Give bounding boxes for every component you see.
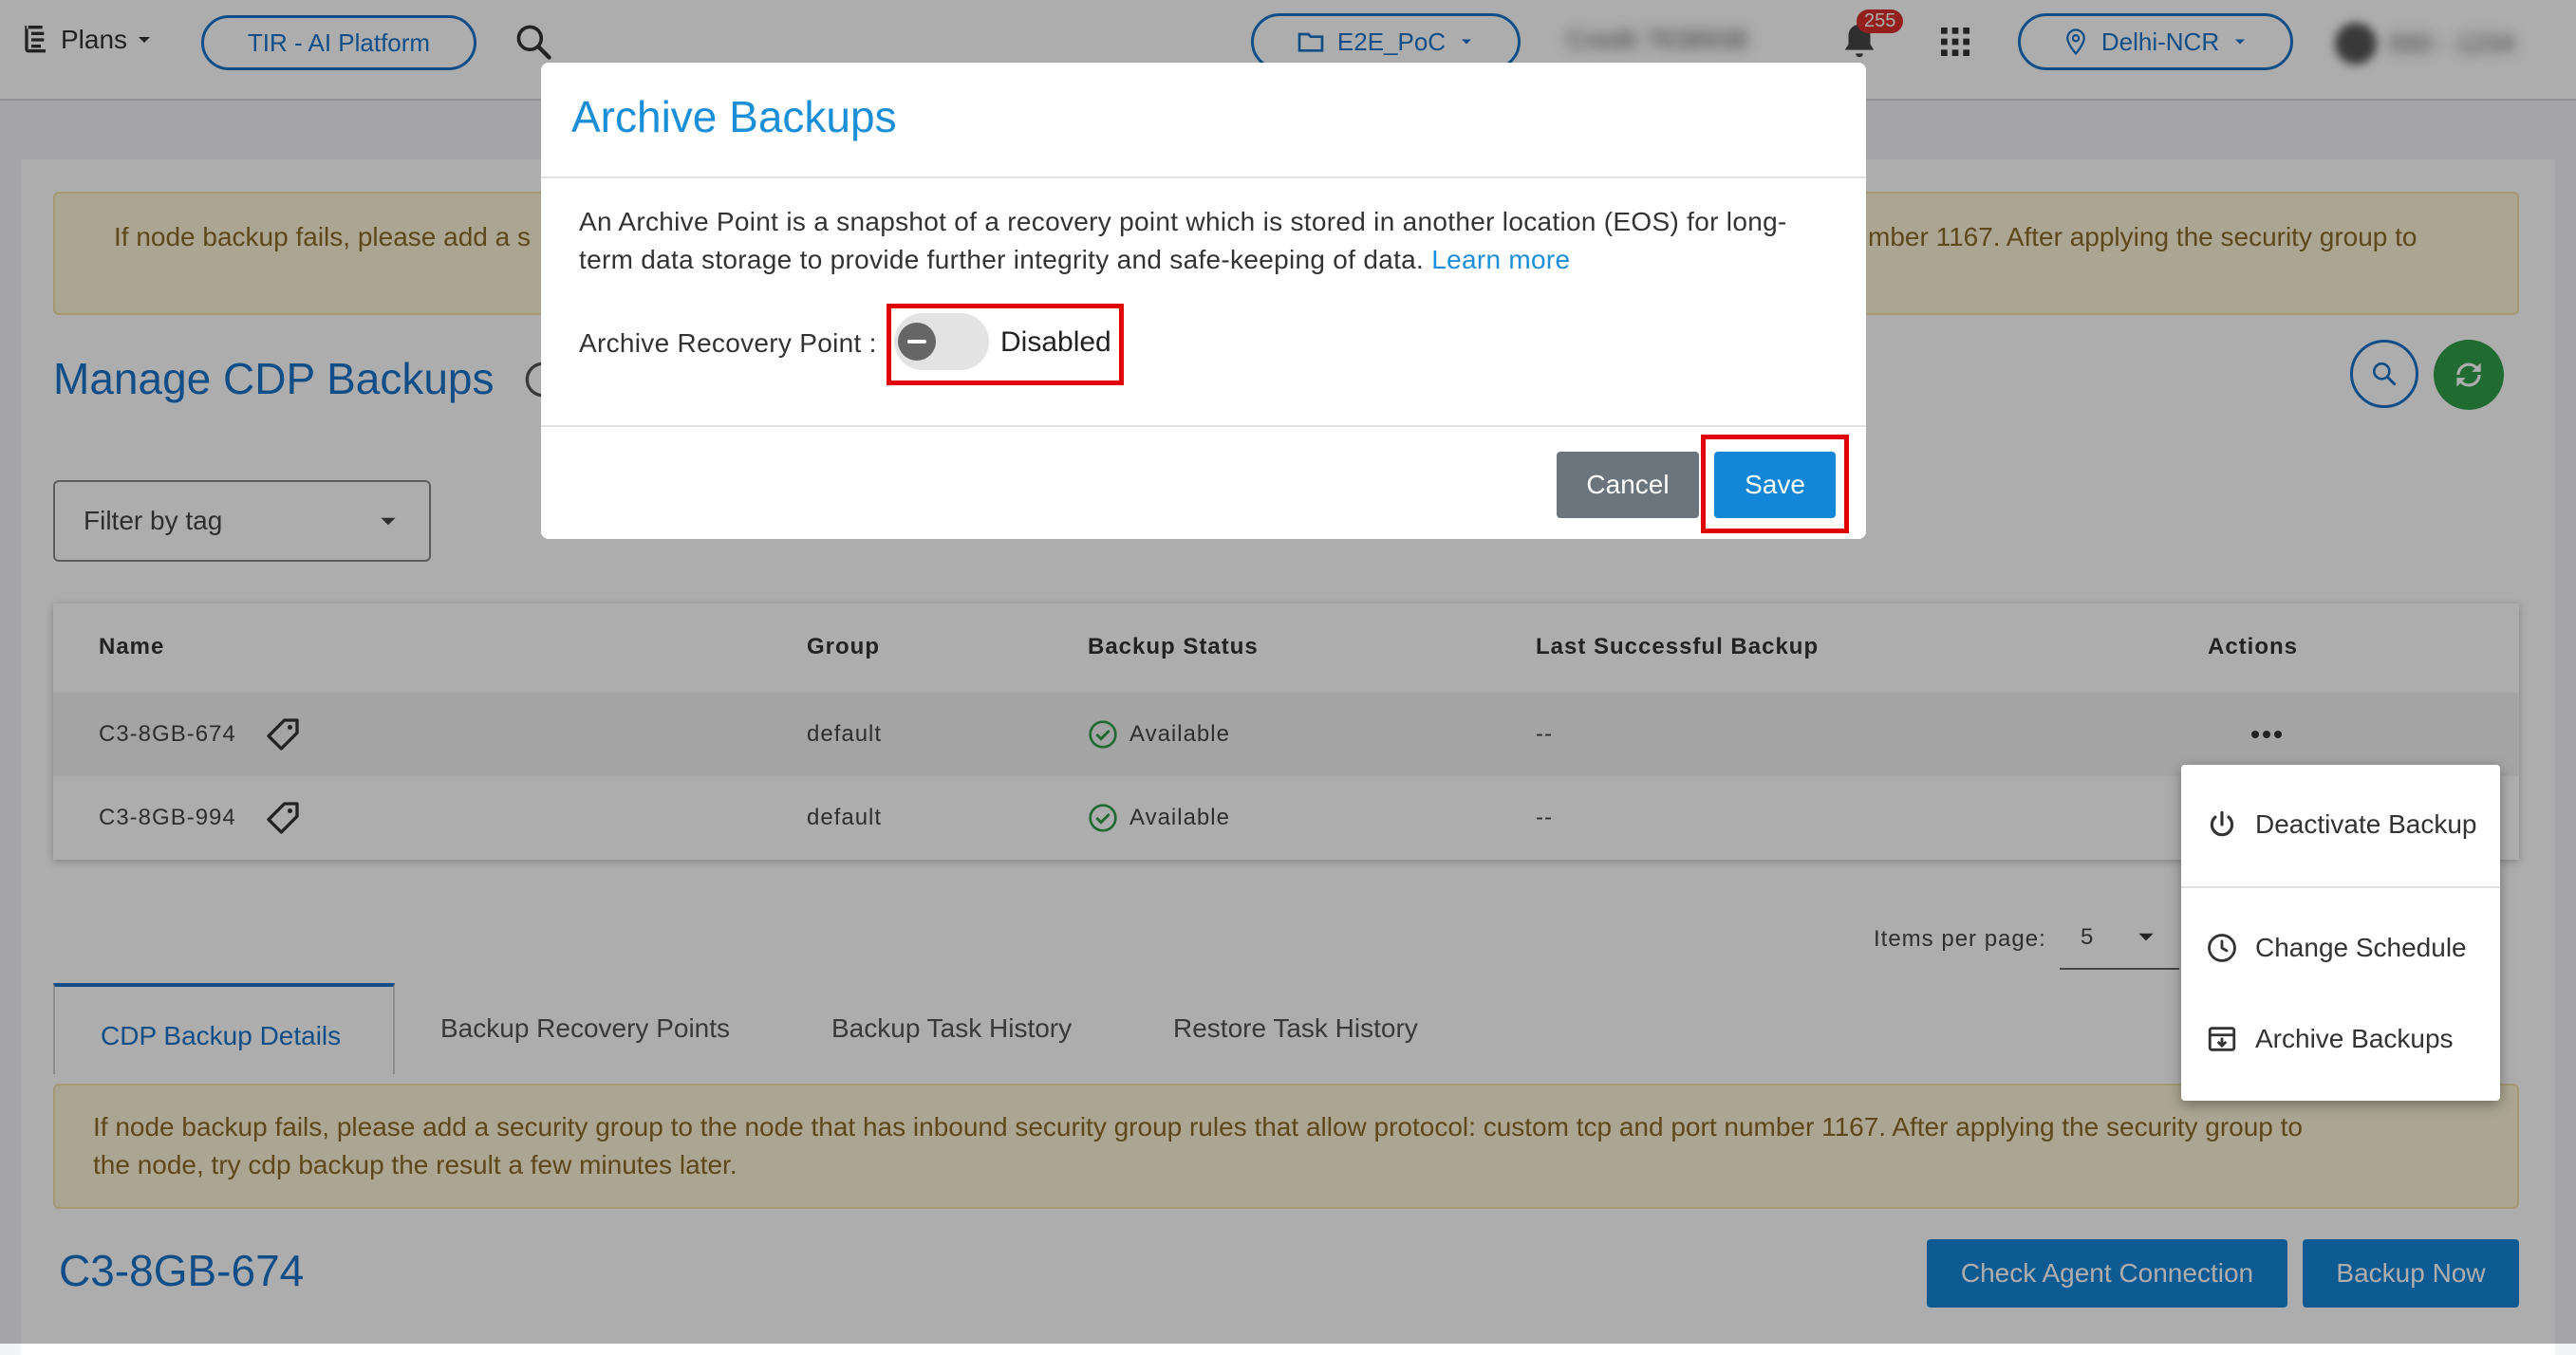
menu-item-deactivate-backup[interactable]: Deactivate Backup — [2206, 808, 2476, 841]
dialog-title-divider — [541, 176, 1866, 178]
learn-more-link[interactable]: Learn more — [1431, 245, 1570, 274]
archive-backups-dialog: Archive Backups An Archive Point is a sn… — [541, 63, 1866, 539]
menu-item-change-schedule[interactable]: Change Schedule — [2206, 932, 2467, 964]
toggle-highlight-box — [887, 304, 1124, 385]
menu-item-label: Deactivate Backup — [2255, 809, 2477, 839]
menu-item-label: Archive Backups — [2255, 1024, 2454, 1053]
description-line-1: An Archive Point is a snapshot of a reco… — [579, 207, 1787, 236]
cancel-label: Cancel — [1586, 470, 1670, 499]
cancel-button[interactable]: Cancel — [1557, 452, 1699, 518]
dialog-description: An Archive Point is a snapshot of a reco… — [579, 203, 1841, 279]
menu-divider — [2181, 886, 2500, 888]
menu-item-label: Change Schedule — [2255, 933, 2467, 962]
actions-menu: Deactivate Backup Change Schedule Archiv… — [2181, 765, 2500, 1101]
power-icon — [2206, 808, 2238, 841]
dialog-title: Archive Backups — [571, 92, 897, 141]
description-line-2: term data storage to provide further int… — [579, 241, 1841, 279]
save-highlight-box — [1701, 435, 1849, 533]
menu-item-archive-backups[interactable]: Archive Backups — [2206, 1023, 2454, 1055]
dialog-footer-divider — [541, 425, 1866, 427]
archive-icon — [2206, 1023, 2238, 1055]
clock-icon — [2206, 932, 2238, 964]
archive-recovery-point-label: Archive Recovery Point : — [579, 328, 877, 358]
description-text: term data storage to provide further int… — [579, 245, 1425, 274]
